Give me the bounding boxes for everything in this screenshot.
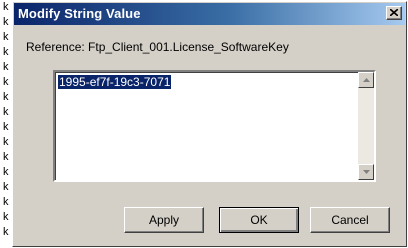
background-text: k xyxy=(3,151,9,163)
cancel-button[interactable]: Cancel xyxy=(310,207,390,233)
apply-button[interactable]: Apply xyxy=(124,207,204,233)
arrow-up-icon xyxy=(363,78,370,82)
modify-string-dialog: Modify String Value Reference: Ftp_Clien… xyxy=(12,1,407,247)
background-text: k xyxy=(3,76,9,88)
close-icon xyxy=(390,9,398,16)
value-textarea[interactable]: 1995-ef7f-19c3-7071 xyxy=(53,70,376,182)
background-text: k xyxy=(3,1,9,13)
selected-value-text[interactable]: 1995-ef7f-19c3-7071 xyxy=(58,75,172,89)
background-text: k xyxy=(3,61,9,73)
background-text: k xyxy=(3,196,9,208)
background-text: k xyxy=(3,211,9,223)
ok-button[interactable]: OK xyxy=(219,207,299,233)
background-text: k xyxy=(3,121,9,133)
background-text: k xyxy=(3,91,9,103)
background-text: k xyxy=(3,181,9,193)
background-text: k xyxy=(3,166,9,178)
background-text: k xyxy=(3,136,9,148)
dialog-title: Modify String Value xyxy=(18,6,141,21)
reference-label: Reference: Ftp_Client_001.License_Softwa… xyxy=(26,40,289,54)
scroll-up-button[interactable] xyxy=(358,72,374,88)
background-text: k xyxy=(3,46,9,58)
background-text: k xyxy=(3,106,9,118)
vertical-scrollbar[interactable] xyxy=(358,72,374,180)
scroll-down-button[interactable] xyxy=(358,164,374,180)
background-text: k xyxy=(3,16,9,28)
background-text: k xyxy=(3,31,9,43)
background-text: k xyxy=(3,226,9,238)
arrow-down-icon xyxy=(363,170,370,174)
title-bar[interactable]: Modify String Value xyxy=(14,3,405,25)
close-button[interactable] xyxy=(386,6,402,20)
